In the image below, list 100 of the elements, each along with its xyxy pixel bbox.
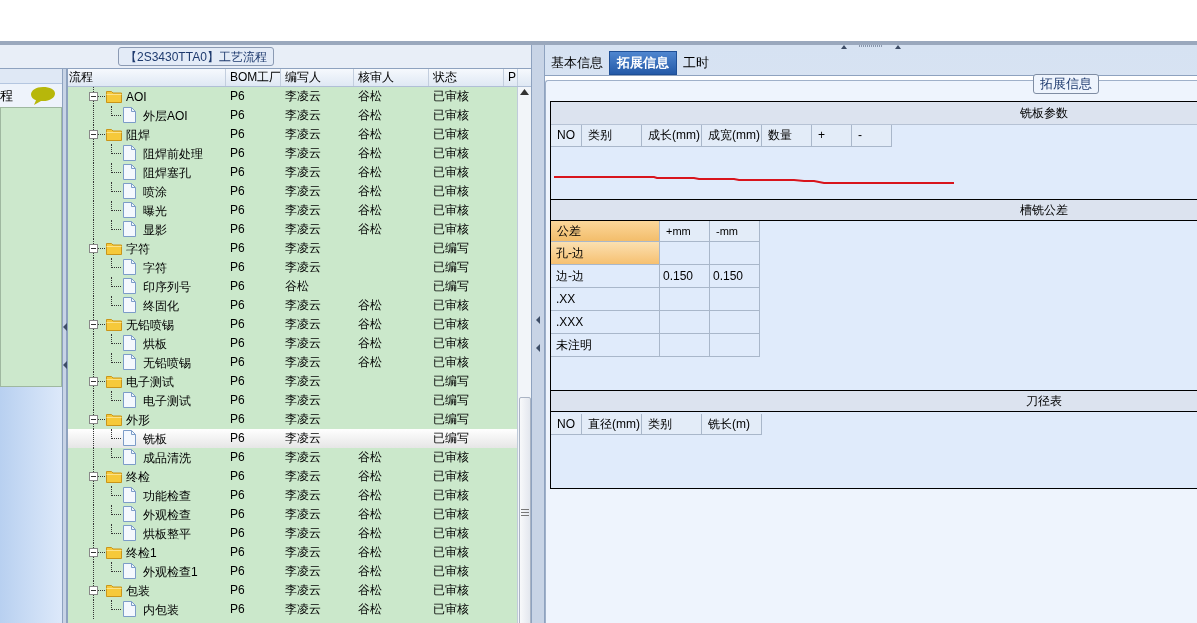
- tree-node-label[interactable]: 字符: [143, 259, 167, 277]
- collapse-icon[interactable]: [89, 472, 98, 481]
- scrollbar[interactable]: [517, 87, 531, 623]
- collapse-icon[interactable]: [89, 586, 98, 595]
- column-header[interactable]: 流程: [68, 69, 226, 86]
- column-header[interactable]: P: [504, 69, 518, 86]
- tab[interactable]: 基本信息: [547, 51, 607, 75]
- tree-node-label[interactable]: 烘板整平: [143, 525, 191, 543]
- table-cell[interactable]: [660, 288, 710, 311]
- tree-node-label[interactable]: 无铅喷锡: [143, 354, 191, 372]
- tree-node-label[interactable]: 外形: [126, 411, 150, 429]
- tree-node-label[interactable]: 外观检查1: [143, 563, 198, 581]
- tree-node-label[interactable]: 烘板: [143, 335, 167, 353]
- panel-label: 程: [0, 86, 13, 105]
- collapse-icon[interactable]: [89, 130, 98, 139]
- table-cell: P6: [230, 127, 245, 141]
- collapse-icon[interactable]: [89, 92, 98, 101]
- column-header[interactable]: 铣长(m): [702, 414, 762, 435]
- tree-node-label[interactable]: 显影: [143, 221, 167, 239]
- table-cell[interactable]: 0.150: [710, 265, 760, 288]
- tree-node-label[interactable]: 铣板: [143, 430, 167, 448]
- document-icon: [123, 487, 136, 503]
- tree-node-label[interactable]: 阻焊: [126, 126, 150, 144]
- table-cell[interactable]: [660, 311, 710, 334]
- collapse-icon[interactable]: [89, 377, 98, 386]
- collapse-icon[interactable]: [89, 415, 98, 424]
- collapse-icon[interactable]: [89, 320, 98, 329]
- tree-node-label[interactable]: 印序列号: [143, 278, 191, 296]
- scroll-thumb[interactable]: [519, 397, 531, 623]
- tree-node-label[interactable]: 终检1: [126, 544, 157, 562]
- column-header[interactable]: 数量: [762, 125, 812, 147]
- document-icon: [123, 563, 136, 579]
- scroll-up-arrow-icon[interactable]: [520, 89, 529, 95]
- tab[interactable]: 拓展信息: [609, 51, 677, 75]
- column-header[interactable]: +: [812, 125, 852, 147]
- column-header[interactable]: 成宽(mm): [702, 125, 762, 147]
- tree-node-label[interactable]: 包装: [126, 582, 150, 600]
- table-cell: 李凌云: [285, 203, 321, 217]
- table-cell: 李凌云: [285, 526, 321, 540]
- row-header[interactable]: 孔-边: [551, 242, 660, 265]
- collapse-arrow-icon[interactable]: [62, 323, 67, 331]
- table-cell[interactable]: [710, 334, 760, 357]
- table-cell[interactable]: [660, 242, 710, 265]
- table-cell[interactable]: 0.150: [660, 265, 710, 288]
- column-header[interactable]: +mm: [660, 221, 710, 242]
- table-cell[interactable]: [660, 334, 710, 357]
- table-cell: P6: [230, 393, 245, 407]
- tree-node-label[interactable]: 字符: [126, 240, 150, 258]
- table-cell: 李凌云: [285, 488, 321, 502]
- column-header[interactable]: BOM工厂: [226, 69, 281, 86]
- splitter-grip-icon[interactable]: [841, 45, 901, 49]
- table-cell[interactable]: [710, 288, 760, 311]
- tree-node-label[interactable]: 成品清洗: [143, 449, 191, 467]
- column-header[interactable]: 直径(mm): [582, 414, 642, 435]
- tree-node-label[interactable]: 电子测试: [126, 373, 174, 391]
- collapse-arrow-icon[interactable]: [536, 344, 540, 352]
- tree-node-label[interactable]: 电子测试: [143, 392, 191, 410]
- table-cell[interactable]: [710, 242, 760, 265]
- column-header[interactable]: 公差: [551, 221, 660, 242]
- table-cell: 李凌云: [285, 583, 321, 597]
- tree-node-label[interactable]: 终固化: [143, 297, 179, 315]
- column-header[interactable]: 状态: [429, 69, 504, 86]
- column-header[interactable]: 类别: [582, 125, 642, 147]
- tree-node-label[interactable]: 无铅喷锡: [126, 316, 174, 334]
- collapse-arrow-icon[interactable]: [536, 316, 540, 324]
- tree-node-label[interactable]: 阻焊前处理: [143, 145, 203, 163]
- table-cell[interactable]: [710, 311, 760, 334]
- table-cell: 已审核: [433, 203, 469, 217]
- column-header[interactable]: 成长(mm): [642, 125, 702, 147]
- table-cell: 已审核: [433, 450, 469, 464]
- row-header[interactable]: 未注明: [551, 334, 660, 357]
- document-icon: [123, 354, 136, 370]
- column-header[interactable]: NO: [551, 414, 582, 435]
- table-cell: 谷松: [358, 127, 382, 141]
- column-header[interactable]: -: [852, 125, 892, 147]
- tree-node-label[interactable]: 终检: [126, 468, 150, 486]
- tree-node-label[interactable]: 外观检查: [143, 506, 191, 524]
- tree-row[interactable]: 铣板 P6 李凌云 已编写: [68, 429, 517, 448]
- row-header[interactable]: .XXX: [551, 311, 660, 334]
- column-header[interactable]: 编写人: [281, 69, 354, 86]
- tree-node-label[interactable]: 功能检查: [143, 487, 191, 505]
- column-header[interactable]: 核审人: [354, 69, 429, 86]
- column-header[interactable]: -mm: [710, 221, 760, 242]
- folder-icon: [106, 318, 122, 331]
- tree-node-label[interactable]: 外层AOI: [143, 107, 188, 125]
- table-cell: 已审核: [433, 526, 469, 540]
- row-header[interactable]: .XX: [551, 288, 660, 311]
- tree-node-label[interactable]: 内包装: [143, 601, 179, 619]
- tree-node-label[interactable]: AOI: [126, 88, 147, 106]
- collapse-arrow-icon[interactable]: [62, 361, 67, 369]
- collapse-icon[interactable]: [89, 244, 98, 253]
- row-header[interactable]: 边-边: [551, 265, 660, 288]
- column-header[interactable]: 类别: [642, 414, 702, 435]
- column-header[interactable]: NO: [551, 125, 582, 147]
- table-cell: 李凌云: [285, 564, 321, 578]
- tree-node-label[interactable]: 阻焊塞孔: [143, 164, 191, 182]
- tab[interactable]: 工时: [679, 51, 713, 75]
- collapse-icon[interactable]: [89, 548, 98, 557]
- tree-node-label[interactable]: 曝光: [143, 202, 167, 220]
- tree-node-label[interactable]: 喷涂: [143, 183, 167, 201]
